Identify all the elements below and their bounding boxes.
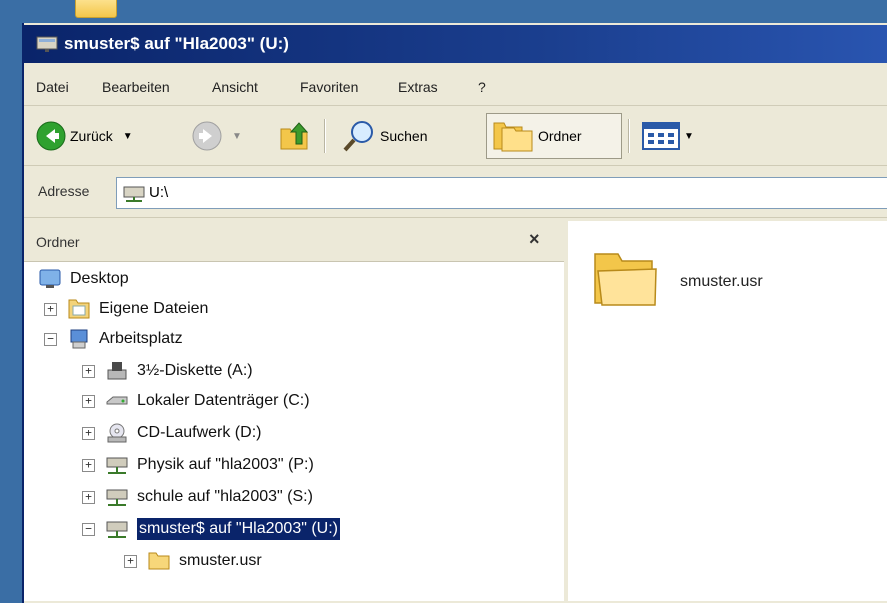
- address-bar: Adresse U:\: [24, 167, 887, 218]
- content-pane: smuster.usr: [568, 221, 887, 601]
- tree-item-desktop[interactable]: Desktop: [38, 265, 129, 293]
- up-folder-icon: [280, 122, 309, 150]
- views-button[interactable]: ▼: [642, 117, 694, 155]
- tree-item-label: Arbeitsplatz: [99, 330, 183, 347]
- network-drive-icon: [123, 186, 145, 202]
- up-folder-button[interactable]: [278, 117, 310, 155]
- folders-pane-title: Ordner: [36, 234, 80, 250]
- network-drive-icon: [106, 457, 128, 474]
- folders-button[interactable]: Ordner: [492, 117, 582, 155]
- hard-drive-icon: [106, 396, 128, 405]
- menu-favoriten[interactable]: Favoriten: [300, 79, 358, 95]
- tree-item-local-disk[interactable]: + Lokaler Datenträger (C:): [82, 387, 310, 415]
- search-icon: [343, 121, 373, 152]
- back-arrow-icon: [36, 121, 66, 151]
- menu-datei[interactable]: Datei: [36, 79, 69, 95]
- window-title: smuster$ auf "Hla2003" (U:): [64, 34, 289, 53]
- expand-icon[interactable]: +: [82, 394, 95, 408]
- collapse-icon[interactable]: −: [82, 522, 95, 536]
- cd-drive-icon: [107, 423, 127, 443]
- forward-arrow-icon: [192, 121, 222, 151]
- toolbar: Zurück ▼ ▼ Suchen Ordner ▼: [24, 107, 887, 166]
- expand-icon[interactable]: +: [82, 490, 95, 504]
- tree-item-label: 3½-Diskette (A:): [137, 362, 253, 379]
- tree-item-label: Eigene Dateien: [99, 300, 209, 317]
- back-button[interactable]: Zurück ▼: [36, 117, 133, 155]
- folders-label: Ordner: [538, 128, 582, 144]
- my-documents-icon: [68, 299, 90, 319]
- desktop-icon: [39, 269, 61, 288]
- toolbar-separator: [324, 119, 326, 153]
- folder-tree: Desktop + Eigene Dateien − Arbeitsplatz: [24, 261, 564, 601]
- search-label: Suchen: [380, 128, 428, 144]
- folder-icon: [148, 552, 170, 570]
- folders-pane: Ordner × Desktop + Eigene Dateien − Arbe…: [24, 221, 568, 601]
- tree-item-label: Physik auf "hla2003" (P:): [137, 456, 314, 473]
- expand-icon[interactable]: +: [82, 458, 95, 472]
- tree-item-label: smuster.usr: [179, 552, 262, 569]
- forward-dropdown-icon[interactable]: ▼: [232, 131, 242, 142]
- expand-icon[interactable]: +: [82, 426, 95, 440]
- menu-extras[interactable]: Extras: [398, 79, 438, 95]
- views-dropdown-icon[interactable]: ▼: [684, 131, 694, 142]
- tree-item-label: Desktop: [70, 270, 129, 287]
- forward-button[interactable]: ▼: [192, 117, 242, 155]
- expand-icon[interactable]: +: [124, 554, 137, 568]
- address-value: U:\: [149, 184, 169, 201]
- back-label: Zurück: [70, 128, 113, 144]
- title-bar[interactable]: smuster$ auf "Hla2003" (U:): [24, 25, 887, 63]
- address-field[interactable]: U:\: [116, 177, 887, 209]
- explorer-window: smuster$ auf "Hla2003" (U:) Datei Bearbe…: [22, 23, 887, 603]
- toolbar-separator: [628, 119, 630, 153]
- tree-item-label: schule auf "hla2003" (S:): [137, 488, 313, 505]
- network-drive-icon: [106, 489, 128, 506]
- floppy-drive-icon: [107, 362, 127, 380]
- tree-item-eigene-dateien[interactable]: + Eigene Dateien: [44, 295, 208, 323]
- my-computer-icon: [70, 329, 88, 349]
- back-dropdown-icon[interactable]: ▼: [123, 131, 133, 142]
- views-icon: [642, 122, 680, 150]
- tree-item-arbeitsplatz[interactable]: − Arbeitsplatz: [44, 325, 183, 353]
- close-icon[interactable]: ×: [529, 229, 540, 250]
- tree-item-schule[interactable]: + schule auf "hla2003" (S:): [82, 483, 313, 511]
- folders-pane-header: Ordner ×: [24, 221, 564, 262]
- tree-item-physik[interactable]: + Physik auf "hla2003" (P:): [82, 451, 314, 479]
- menu-help[interactable]: ?: [478, 79, 486, 95]
- content-item-label[interactable]: smuster.usr: [680, 273, 763, 291]
- menu-ansicht[interactable]: Ansicht: [212, 79, 258, 95]
- menu-bar: Datei Bearbeiten Ansicht Favoriten Extra…: [24, 67, 887, 106]
- tree-item-label: CD-Laufwerk (D:): [137, 424, 262, 441]
- tree-item-cd-drive[interactable]: + CD-Laufwerk (D:): [82, 419, 261, 447]
- search-button[interactable]: Suchen: [342, 117, 427, 155]
- expand-icon[interactable]: +: [82, 364, 95, 378]
- tree-item-smuster-drive[interactable]: − smuster$ auf "Hla2003" (U:): [82, 515, 340, 543]
- tree-item-label: Lokaler Datenträger (C:): [137, 392, 310, 409]
- tree-item-smuster-usr[interactable]: + smuster.usr: [124, 547, 262, 575]
- folder-icon[interactable]: [592, 249, 658, 307]
- tree-item-label-selected: smuster$ auf "Hla2003" (U:): [137, 518, 340, 540]
- network-drive-icon: [106, 521, 128, 538]
- collapse-icon[interactable]: −: [44, 332, 57, 346]
- folders-icon: [493, 122, 533, 152]
- desktop-folder-icon[interactable]: [75, 0, 117, 18]
- menu-bearbeiten[interactable]: Bearbeiten: [102, 79, 170, 95]
- network-drive-icon: [36, 36, 58, 52]
- expand-icon[interactable]: +: [44, 302, 57, 316]
- tree-item-floppy[interactable]: + 3½-Diskette (A:): [82, 357, 253, 385]
- address-label: Adresse: [38, 183, 90, 199]
